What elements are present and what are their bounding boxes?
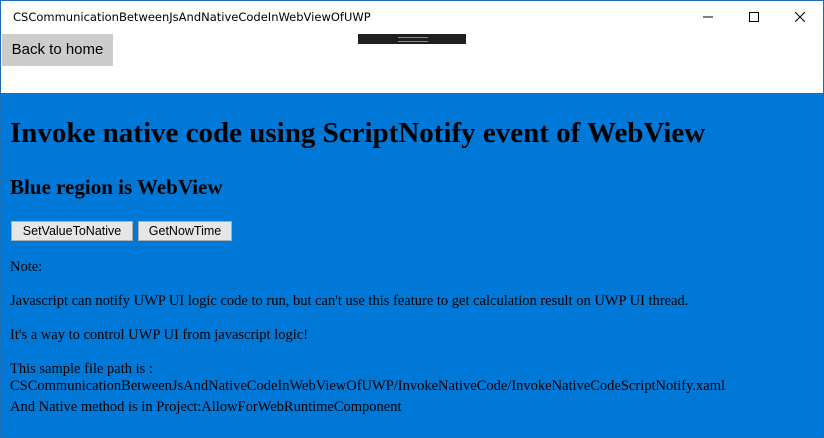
note-paragraph-javascript: Javascript can notify UWP UI logic code … xyxy=(10,293,689,309)
maximize-icon xyxy=(749,12,759,22)
sample-path-value: CSCommunicationBetweenJsAndNativeCodeInW… xyxy=(10,378,726,394)
window-title: CSCommunicationBetweenJsAndNativeCodeInW… xyxy=(13,10,371,24)
close-icon xyxy=(795,12,805,22)
minimize-icon xyxy=(703,16,713,18)
minimize-button[interactable] xyxy=(685,1,731,33)
drag-handle-icon xyxy=(398,37,428,42)
get-now-time-button[interactable]: GetNowTime xyxy=(138,221,232,241)
page-heading: Invoke native code using ScriptNotify ev… xyxy=(10,117,706,149)
close-button[interactable] xyxy=(777,1,823,33)
note-label: Note: xyxy=(10,259,43,275)
page-subheading: Blue region is WebView xyxy=(10,175,223,199)
back-to-home-button[interactable]: Back to home xyxy=(2,34,113,66)
app-bar: Back to home xyxy=(1,33,823,93)
webview-region: Invoke native code using ScriptNotify ev… xyxy=(1,93,823,437)
sample-path-label: This sample file path is : xyxy=(10,361,153,377)
debug-toolbar[interactable] xyxy=(358,34,466,44)
set-value-to-native-button[interactable]: SetValueToNative xyxy=(11,221,133,241)
native-method-text: And Native method is in Project:AllowFor… xyxy=(10,399,402,415)
title-bar[interactable]: CSCommunicationBetweenJsAndNativeCodeInW… xyxy=(1,1,823,33)
note-paragraph-control: It's a way to control UWP UI from javasc… xyxy=(10,327,309,343)
app-window: CSCommunicationBetweenJsAndNativeCodeInW… xyxy=(0,0,824,438)
maximize-button[interactable] xyxy=(731,1,777,33)
